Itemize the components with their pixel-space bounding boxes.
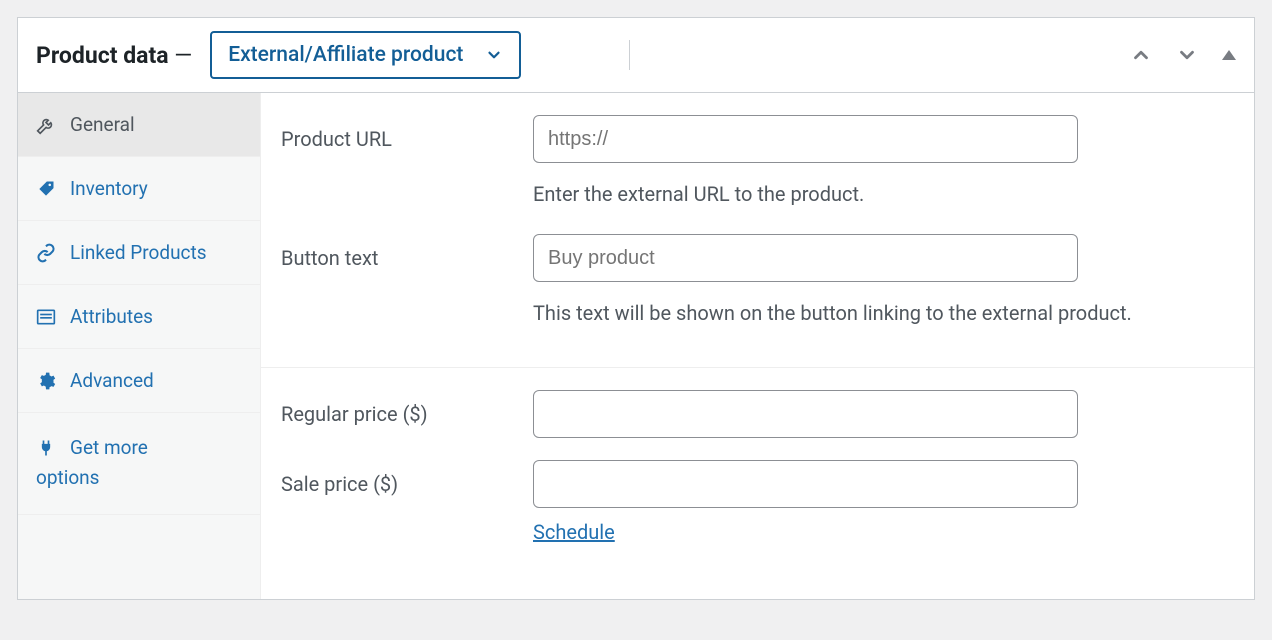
tab-label: General bbox=[70, 113, 135, 136]
link-icon bbox=[36, 243, 56, 263]
header-divider bbox=[629, 40, 630, 70]
gear-icon bbox=[36, 371, 56, 391]
section-pricing: Regular price ($) Sale price ($) Schedul… bbox=[261, 367, 1254, 580]
tag-icon bbox=[36, 179, 56, 199]
tab-label: Advanced bbox=[70, 369, 154, 392]
move-up-icon[interactable] bbox=[1130, 44, 1152, 66]
product-url-description: Enter the external URL to the product. bbox=[533, 177, 1133, 212]
field-button-text: Button text This text will be shown on t… bbox=[281, 234, 1234, 331]
tab-inventory[interactable]: Inventory bbox=[18, 157, 260, 221]
tab-general[interactable]: General bbox=[18, 93, 260, 157]
tab-attributes[interactable]: Attributes bbox=[18, 285, 260, 349]
schedule-link[interactable]: Schedule bbox=[533, 520, 615, 544]
list-icon bbox=[36, 307, 56, 327]
panel-title: Product data — bbox=[36, 42, 192, 69]
product-type-select[interactable]: External/Affiliate product bbox=[210, 31, 521, 79]
panel-body: General Inventory Linked Products Attrib… bbox=[18, 93, 1254, 599]
button-text-description: This text will be shown on the button li… bbox=[533, 296, 1133, 331]
tab-linked-products[interactable]: Linked Products bbox=[18, 221, 260, 285]
sale-price-label: Sale price ($) bbox=[281, 460, 533, 496]
regular-price-label: Regular price ($) bbox=[281, 390, 533, 426]
tab-label: Linked Products bbox=[70, 241, 207, 264]
chevron-down-icon bbox=[485, 46, 503, 64]
field-sale-price: Sale price ($) Schedule bbox=[281, 460, 1234, 544]
panel-header: Product data — External/Affiliate produc… bbox=[18, 18, 1254, 93]
product-data-panel: Product data — External/Affiliate produc… bbox=[17, 17, 1255, 600]
panel-title-dash: — bbox=[169, 42, 193, 69]
tab-advanced[interactable]: Advanced bbox=[18, 349, 260, 413]
toggle-panel-icon[interactable] bbox=[1222, 50, 1236, 60]
main-content: Product URL Enter the external URL to th… bbox=[261, 93, 1254, 599]
panel-title-prefix: Product data bbox=[36, 42, 169, 69]
product-type-selected-label: External/Affiliate product bbox=[228, 43, 463, 67]
sale-price-input[interactable] bbox=[533, 460, 1078, 508]
field-product-url: Product URL Enter the external URL to th… bbox=[281, 115, 1234, 212]
button-text-input[interactable] bbox=[533, 234, 1078, 282]
tab-label-line2: options bbox=[36, 466, 99, 489]
tab-label: Inventory bbox=[70, 177, 148, 200]
tab-get-more-options[interactable]: Get more options bbox=[18, 413, 260, 515]
plug-icon bbox=[36, 438, 56, 458]
header-controls bbox=[1130, 44, 1236, 66]
tab-label: Attributes bbox=[70, 305, 153, 328]
move-down-icon[interactable] bbox=[1176, 44, 1198, 66]
button-text-label: Button text bbox=[281, 234, 533, 270]
field-regular-price: Regular price ($) bbox=[281, 390, 1234, 438]
wrench-icon bbox=[36, 115, 56, 135]
section-external: Product URL Enter the external URL to th… bbox=[261, 93, 1254, 367]
product-url-input[interactable] bbox=[533, 115, 1078, 163]
regular-price-input[interactable] bbox=[533, 390, 1078, 438]
sidebar: General Inventory Linked Products Attrib… bbox=[18, 93, 261, 599]
tab-label-line1: Get more bbox=[70, 433, 148, 463]
product-url-label: Product URL bbox=[281, 115, 533, 151]
